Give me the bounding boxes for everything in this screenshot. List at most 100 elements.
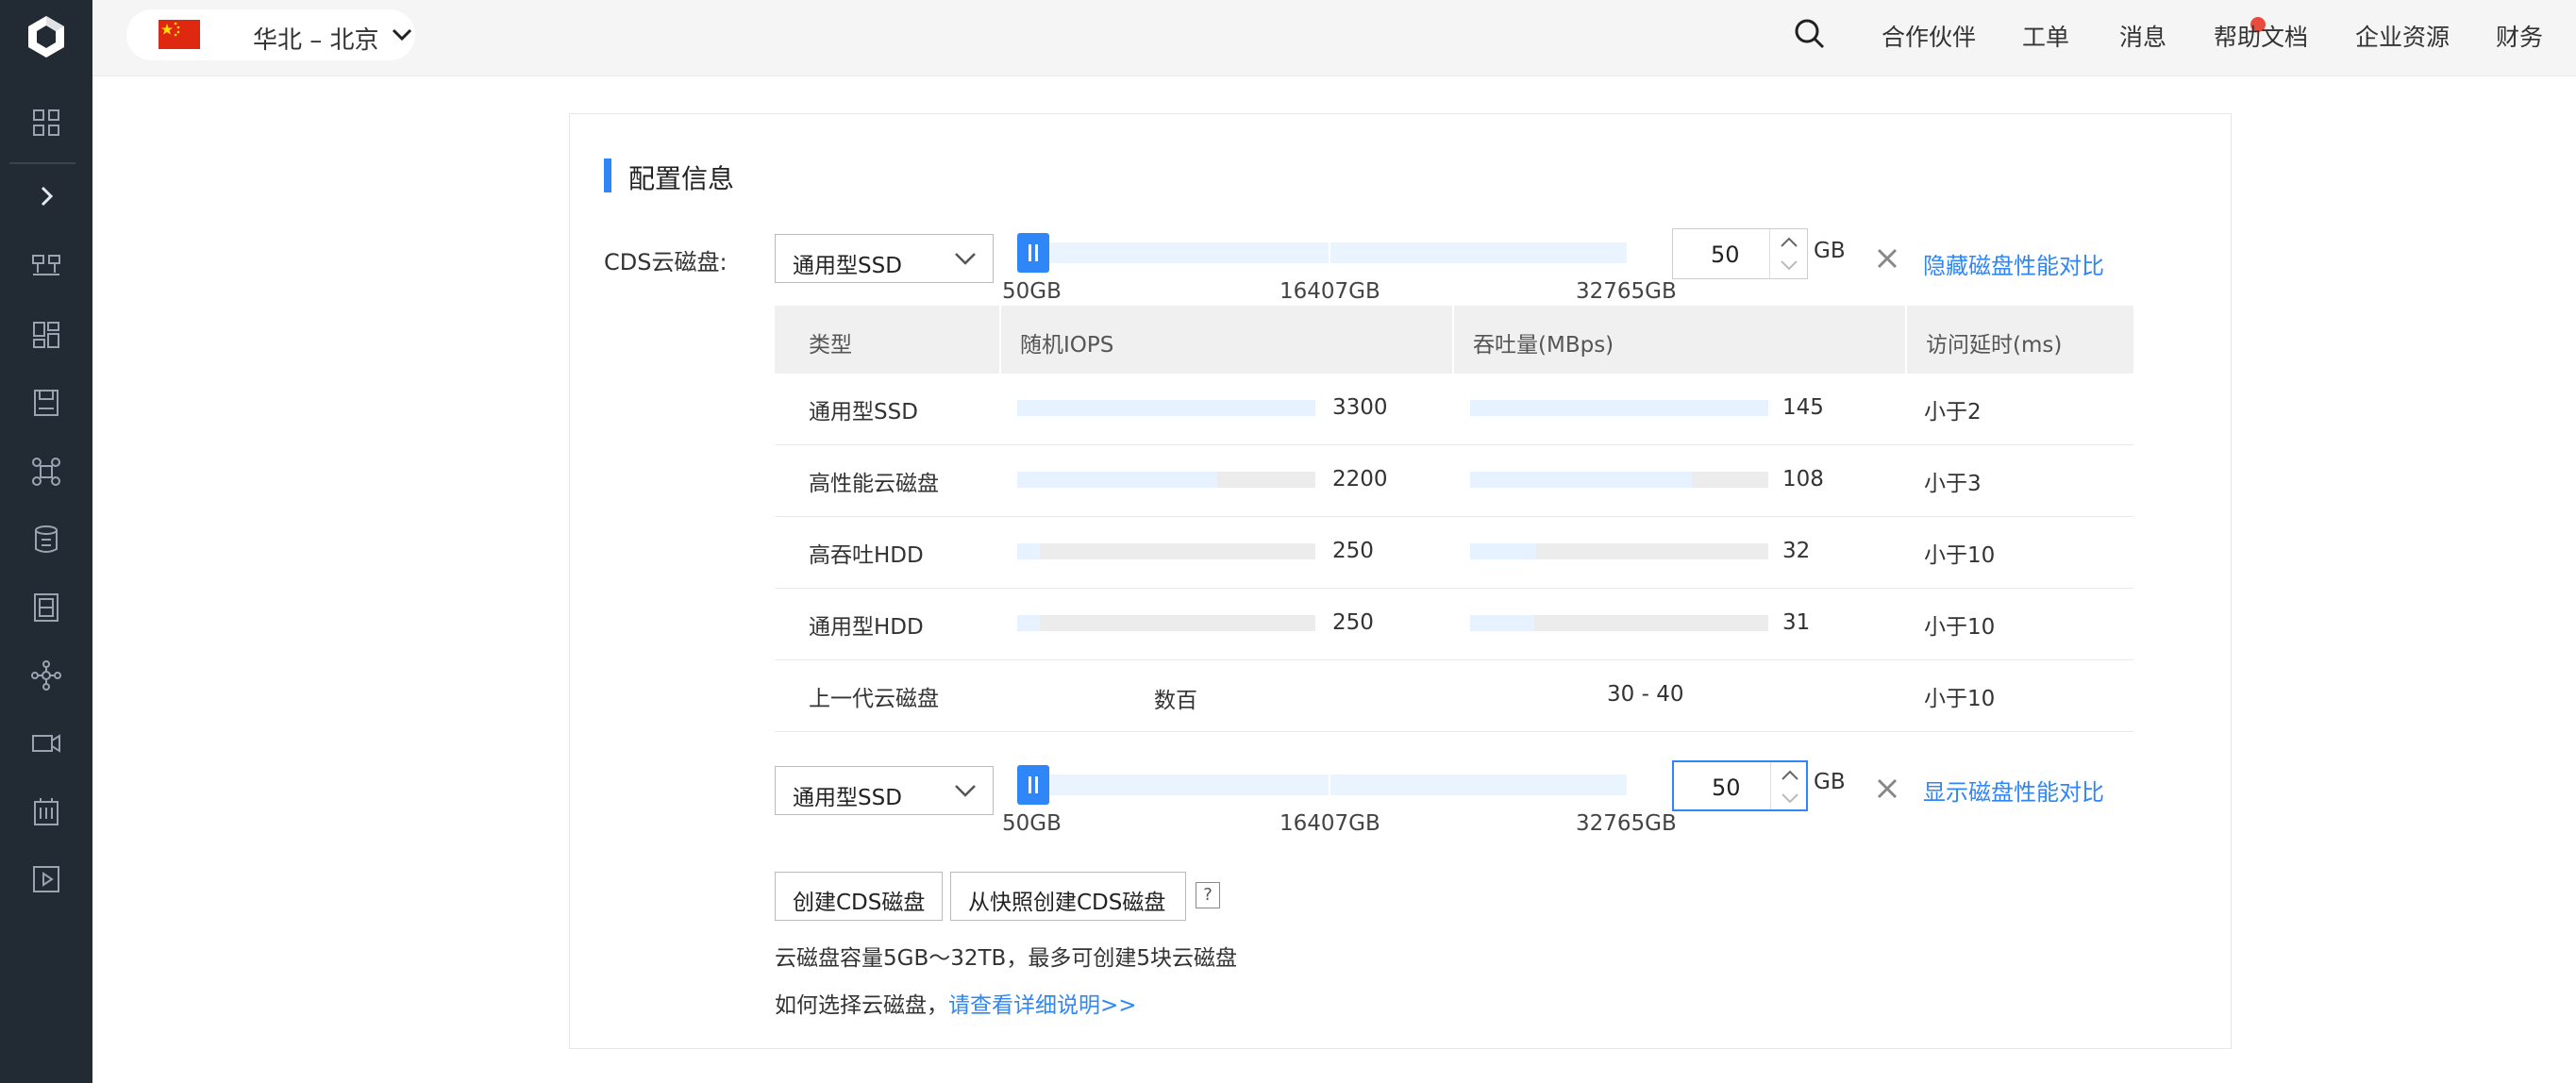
video-icon[interactable] xyxy=(27,725,65,762)
disk-type-value: 通用型SSD xyxy=(793,786,902,810)
disk-size-value: 50 xyxy=(1712,775,1741,801)
expand-chevron-icon[interactable] xyxy=(27,177,65,215)
building-icon[interactable] xyxy=(27,792,65,830)
row-iops: 2200 xyxy=(1332,467,1388,492)
howto-note: 如何选择云磁盘，请查看详细说明>> xyxy=(775,987,1137,1019)
region-label: 华北 – 北京 xyxy=(253,26,379,55)
iops-bar xyxy=(1017,615,1315,631)
server-icon[interactable] xyxy=(27,589,65,626)
cluster-icon[interactable] xyxy=(27,453,65,491)
table-row: 高吞吐HDD 250 32 小于10 xyxy=(775,517,2133,589)
china-flag-icon xyxy=(159,20,200,49)
create-cds-button[interactable]: 创建CDS磁盘 xyxy=(775,872,943,921)
iops-bar-fill xyxy=(1017,472,1217,488)
row-type: 高吞吐HDD xyxy=(809,543,924,568)
howto-prefix: 如何选择云磁盘， xyxy=(775,993,948,1018)
row-iops: 3300 xyxy=(1332,395,1388,420)
iops-bar xyxy=(1017,400,1315,416)
throughput-bar-fill xyxy=(1470,543,1536,559)
th-throughput: 吞吐量(MBps) xyxy=(1473,333,1614,358)
th-type: 类型 xyxy=(809,333,852,358)
nav-help-docs[interactable]: 帮助文档 xyxy=(2214,19,2308,53)
chevron-down-icon xyxy=(955,785,976,797)
row-iops: 250 xyxy=(1332,610,1374,635)
disk-size-slider-handle[interactable] xyxy=(1017,233,1049,273)
sidebar-divider xyxy=(9,162,75,164)
table-row: 上一代云磁盘 数百 30 - 40 小于10 xyxy=(775,660,2133,732)
storage-icon[interactable] xyxy=(27,384,65,422)
sidebar xyxy=(0,0,92,1083)
disk-type-value: 通用型SSD xyxy=(793,254,902,278)
disk-size-input[interactable]: 50 xyxy=(1672,760,1808,811)
row-throughput: 30 - 40 xyxy=(1607,682,1684,707)
search-icon[interactable] xyxy=(1791,15,1829,53)
row-latency: 小于3 xyxy=(1924,472,1982,496)
row-iops: 数百 xyxy=(1154,689,1197,713)
toggle-performance-compare-link[interactable]: 显示磁盘性能对比 xyxy=(1923,774,2104,807)
throughput-bar-fill xyxy=(1470,472,1693,488)
database-icon[interactable] xyxy=(27,521,65,558)
chevron-down-icon xyxy=(391,25,413,44)
disk-size-slider-handle[interactable] xyxy=(1017,765,1049,805)
disk-size-input[interactable]: 50 xyxy=(1672,228,1808,279)
throughput-bar xyxy=(1470,472,1768,488)
nav-enterprise-resources[interactable]: 企业资源 xyxy=(2355,19,2450,53)
dashboard-grid-icon[interactable] xyxy=(27,104,65,142)
iops-bar-fill xyxy=(1017,615,1041,631)
disk-type-select[interactable]: 通用型SSD xyxy=(775,234,994,283)
region-selector[interactable]: 华北 – 北京 xyxy=(126,9,415,60)
layout-icon[interactable] xyxy=(27,316,65,354)
th-iops: 随机IOPS xyxy=(1020,333,1114,358)
details-link[interactable]: 请查看详细说明>> xyxy=(948,993,1137,1018)
slider-min-label: 50GB xyxy=(1002,811,1062,836)
logo-icon[interactable] xyxy=(23,13,70,60)
row-latency: 小于10 xyxy=(1924,615,1996,640)
throughput-bar xyxy=(1470,543,1768,559)
slider-mid-label: 16407GB xyxy=(1280,279,1380,304)
section-title: 配置信息 xyxy=(628,163,735,194)
throughput-bar xyxy=(1470,615,1768,631)
topology-icon[interactable] xyxy=(27,657,65,694)
row-throughput: 108 xyxy=(1782,467,1824,492)
capacity-note: 云磁盘容量5GB～32TB，最多可创建5块云磁盘 xyxy=(775,946,1237,971)
slider-max-label: 32765GB xyxy=(1576,279,1677,304)
top-bar: 华北 – 北京 合作伙伴 工单 消息 帮助文档 企业资源 财务 xyxy=(92,0,2576,76)
slider-mid-label: 16407GB xyxy=(1280,811,1380,836)
disk-size-slider-track[interactable] xyxy=(1017,242,1627,263)
create-cds-label: 创建CDS磁盘 xyxy=(793,891,926,915)
th-latency: 访问延时(ms) xyxy=(1926,333,2063,358)
remove-disk-icon[interactable] xyxy=(1874,245,1900,272)
decrement-icon[interactable] xyxy=(1776,787,1804,809)
disk-size-slider-track[interactable] xyxy=(1017,775,1627,795)
toggle-performance-compare-link[interactable]: 隐藏磁盘性能对比 xyxy=(1923,247,2104,280)
increment-icon[interactable] xyxy=(1775,231,1803,254)
media-play-icon[interactable] xyxy=(27,860,65,898)
perf-table-header: 类型 随机IOPS 吞吐量(MBps) 访问延时(ms) xyxy=(775,306,2133,374)
help-question-icon[interactable]: ? xyxy=(1196,882,1220,908)
row-latency: 小于2 xyxy=(1924,400,1982,425)
slider-max-label: 32765GB xyxy=(1576,811,1677,836)
decrement-icon[interactable] xyxy=(1775,254,1803,276)
row-type: 通用型SSD xyxy=(809,400,918,425)
row-type: 上一代云磁盘 xyxy=(809,687,939,711)
size-unit: GB xyxy=(1814,239,1846,263)
nav-messages[interactable]: 消息 xyxy=(2119,19,2166,53)
table-row: 通用型SSD 3300 145 小于2 xyxy=(775,374,2133,445)
row-type: 通用型HDD xyxy=(809,615,924,640)
iops-bar-fill xyxy=(1017,400,1315,416)
disk-type-select[interactable]: 通用型SSD xyxy=(775,766,994,815)
create-from-snapshot-button[interactable]: 从快照创建CDS磁盘 xyxy=(950,872,1186,921)
nav-partners[interactable]: 合作伙伴 xyxy=(1882,19,1976,53)
row-throughput: 32 xyxy=(1782,539,1811,563)
disk-size-value: 50 xyxy=(1711,242,1740,268)
nav-tickets[interactable]: 工单 xyxy=(2022,19,2069,53)
throughput-bar-fill xyxy=(1470,400,1768,416)
nav-finance[interactable]: 财务 xyxy=(2496,19,2543,53)
row-iops: 250 xyxy=(1332,539,1374,563)
remove-disk-icon[interactable] xyxy=(1874,775,1900,802)
increment-icon[interactable] xyxy=(1776,764,1804,787)
row-throughput: 31 xyxy=(1782,610,1811,635)
table-row: 通用型HDD 250 31 小于10 xyxy=(775,589,2133,660)
network-icon[interactable] xyxy=(27,247,65,285)
row-latency: 小于10 xyxy=(1924,687,1996,711)
